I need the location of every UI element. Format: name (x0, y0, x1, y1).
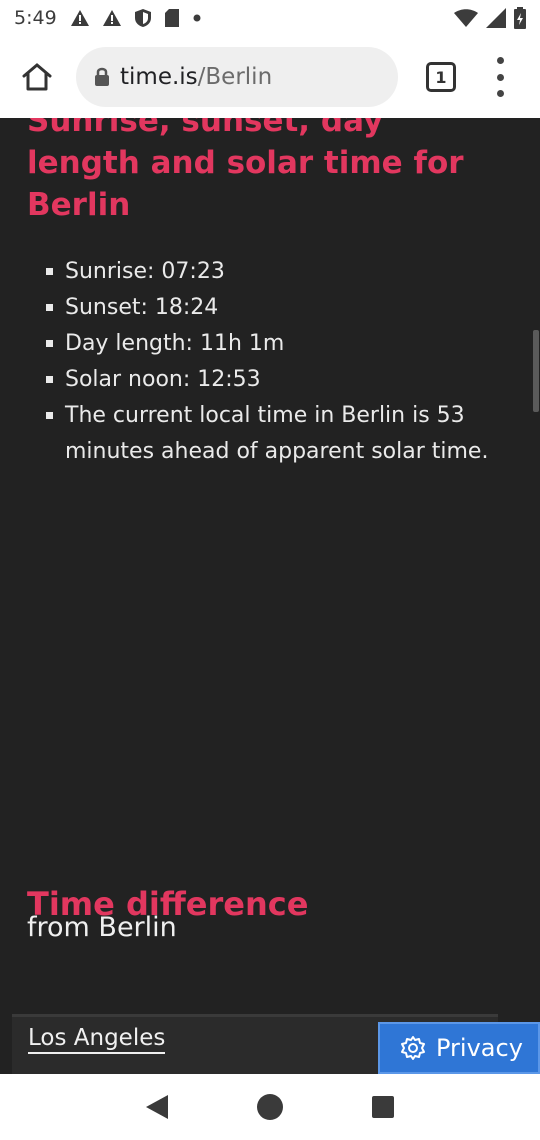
url-host: time.is (120, 64, 198, 90)
status-bar: 5:49 (0, 0, 540, 36)
back-button[interactable] (137, 1087, 177, 1127)
battery-icon (514, 7, 526, 29)
recents-button[interactable] (363, 1087, 403, 1127)
privacy-label: Privacy (436, 1034, 523, 1062)
home-icon (22, 63, 52, 91)
address-bar[interactable]: time.is/Berlin (76, 47, 398, 107)
list-item: Sunrise: 07:23 (40, 254, 510, 290)
home-nav-button[interactable] (250, 1087, 290, 1127)
list-item: Day length: 11h 1m (40, 326, 510, 362)
shield-icon (134, 9, 151, 27)
recents-icon (372, 1096, 395, 1118)
sd-card-icon (164, 9, 179, 27)
navigation-bar (0, 1074, 540, 1140)
list-item: The current local time in Berlin is 53 m… (40, 398, 510, 470)
overflow-menu-button[interactable] (490, 57, 510, 97)
back-icon (145, 1095, 168, 1119)
home-circle-icon (256, 1094, 283, 1120)
lock-icon (94, 67, 110, 87)
warning-icon (102, 10, 121, 26)
wifi-icon (454, 9, 478, 27)
browser-toolbar: time.is/Berlin 1 (0, 36, 540, 118)
home-button[interactable] (12, 52, 62, 102)
signal-icon (486, 8, 506, 28)
sun-info-list: Sunrise: 07:23 Sunset: 18:24 Day length:… (40, 254, 510, 470)
menu-dot-icon (496, 73, 504, 81)
page-content[interactable]: Sunrise, sunset, day length and solar ti… (0, 118, 540, 1074)
url-path: /Berlin (197, 64, 273, 90)
list-item: Solar noon: 12:53 (40, 362, 510, 398)
status-time: 5:49 (14, 7, 57, 29)
sun-section-heading: Sunrise, sunset, day length and solar ti… (27, 118, 464, 223)
warning-icon (70, 10, 89, 26)
menu-dot-icon (496, 90, 504, 97)
menu-dot-icon (496, 57, 504, 64)
dot-icon (193, 14, 201, 22)
tab-switcher-button[interactable]: 1 (426, 62, 456, 92)
gear-icon (401, 1036, 425, 1060)
city-link-los-angeles[interactable]: Los Angeles (28, 1025, 166, 1054)
tab-count: 1 (435, 67, 447, 87)
scrollbar-thumb[interactable] (533, 330, 539, 412)
privacy-button[interactable]: Privacy (378, 1022, 540, 1074)
time-difference-subheading: from Berlin (27, 912, 177, 943)
list-item: Sunset: 18:24 (40, 290, 510, 326)
